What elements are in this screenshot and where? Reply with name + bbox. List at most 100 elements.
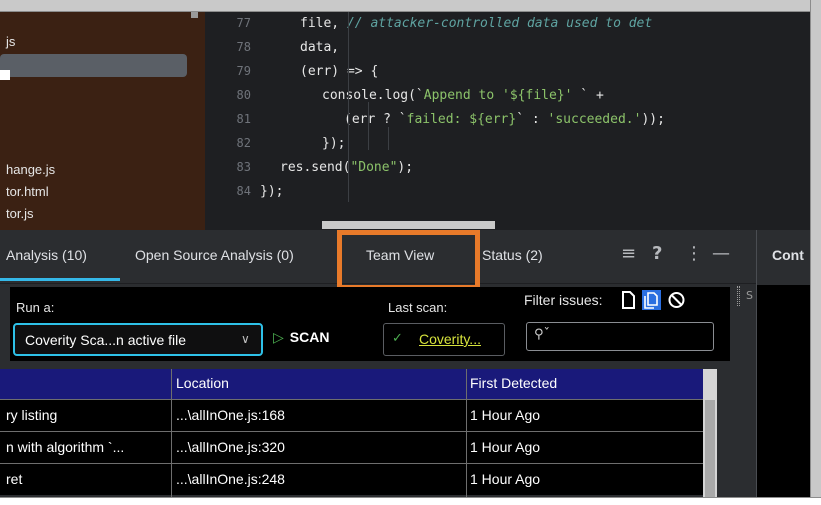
- code-token: ));: [641, 112, 665, 127]
- filter-search-input[interactable]: ⚲ˇ: [526, 322, 714, 351]
- indent-guide: [348, 12, 349, 202]
- explorer-edge: [0, 70, 10, 80]
- column-header-location[interactable]: Location: [176, 375, 229, 391]
- table-row[interactable]: ret ...\allInOne.js:248 1 Hour Ago: [0, 463, 703, 495]
- truncated-label: S: [746, 289, 753, 302]
- window-bottom-edge: [0, 497, 821, 505]
- code-token: file,: [300, 16, 347, 31]
- code-editor[interactable]: 84}); 83 res.send("Done"); 82}); 81 (err ? `f…: [205, 12, 810, 230]
- indent-guide: [368, 102, 369, 150]
- toolbar-separator: [737, 286, 740, 306]
- last-scan-link[interactable]: Coverity...: [419, 331, 481, 347]
- code-line: 82});: [205, 134, 810, 158]
- table-vscroll-thumb[interactable]: [705, 400, 715, 497]
- more-options-icon[interactable]: ⋮: [685, 243, 703, 264]
- chevron-down-icon: ∨: [241, 332, 250, 346]
- active-tab-indicator: [0, 278, 120, 281]
- explorer-selection-highlight: [0, 54, 187, 77]
- file-item[interactable]: tor.js: [6, 206, 33, 221]
- last-scan-result[interactable]: ✓ Coverity...: [383, 323, 505, 356]
- code-token: (err) => {: [300, 64, 379, 79]
- line-number: 79: [236, 64, 251, 78]
- block-filter-icon[interactable]: [667, 290, 686, 310]
- code-text: res.send("Done");: [280, 160, 413, 175]
- line-number: 84: [236, 184, 251, 198]
- code-line: 78 data,: [205, 38, 810, 62]
- code-line: 84});: [205, 182, 810, 206]
- table-row[interactable]: ry listing ...\allInOne.js:168 1 Hour Ago: [0, 399, 703, 431]
- code-token: ` +: [580, 88, 604, 103]
- project-explorer: js hange.js tor.html tor.js: [0, 12, 205, 230]
- code-token: res.send(: [280, 160, 351, 175]
- indent-guide: [388, 127, 389, 150]
- code-token: // attacker-controlled data used to det: [346, 16, 653, 31]
- code-text: console.log(`Append to '${file}' ` +: [322, 88, 604, 103]
- scan-button[interactable]: ▷ SCAN: [273, 329, 329, 346]
- line-number: 81: [236, 112, 251, 126]
- table-cell: 1 Hour Ago: [470, 407, 541, 423]
- code-line: 80 console.log(`Append to '${file}' ` +: [205, 86, 810, 110]
- code-token: failed: ${err}: [406, 112, 517, 127]
- tab-cont[interactable]: Cont: [772, 247, 804, 263]
- line-number: 80: [236, 88, 251, 102]
- code-text: });: [260, 184, 283, 199]
- settings-sliders-icon[interactable]: ≡: [621, 243, 636, 264]
- code-text: (err) => {: [300, 64, 378, 79]
- scan-button-label: SCAN: [289, 329, 330, 345]
- line-number: 83: [236, 160, 251, 174]
- file-item[interactable]: js: [6, 34, 15, 49]
- table-cell: ...\allInOne.js:248: [176, 471, 285, 487]
- file-item[interactable]: hange.js: [6, 162, 55, 177]
- coverity-tool-window: Analysis (10) Open Source Analysis (0) T…: [0, 230, 810, 497]
- check-icon: ✓: [392, 331, 403, 346]
- window-right-edge: [810, 0, 821, 505]
- explorer-scroll-thumb[interactable]: [191, 12, 198, 18]
- table-row[interactable]: n with algorithm `... ...\allInOne.js:320…: [0, 431, 703, 463]
- code-token: });: [322, 136, 346, 151]
- column-divider[interactable]: [466, 369, 467, 497]
- window-top-edge: [0, 0, 821, 12]
- editor-hscroll-thumb[interactable]: [322, 221, 495, 229]
- tab-status[interactable]: Status (2): [482, 247, 543, 263]
- table-cell: ret: [6, 471, 23, 487]
- code-line: 81 (err ? `failed: ${err}` : 'succeeded.'…: [205, 110, 810, 134]
- code-text: (err ? `failed: ${err}` : 'succeeded.'))…: [344, 112, 665, 127]
- code-token: 'succeeded.': [547, 112, 642, 127]
- code-line: 79 (err) => {: [205, 62, 810, 86]
- run-target-select[interactable]: Coverity Sca...n active file ∨: [13, 323, 263, 356]
- code-line: 83 res.send("Done");: [205, 158, 810, 182]
- line-number: 82: [236, 136, 251, 150]
- help-icon[interactable]: ?: [652, 243, 662, 264]
- table-header: Location First Detected: [0, 369, 703, 399]
- search-icon: ⚲ˇ: [534, 327, 551, 342]
- code-text: });: [322, 136, 345, 151]
- line-number: 78: [236, 40, 251, 54]
- code-text: file, // attacker-controlled data used t…: [300, 16, 652, 31]
- table-cell: ...\allInOne.js:168: [176, 407, 285, 423]
- code-line: 77 file, // attacker-controlled data used…: [205, 14, 810, 38]
- line-number: 77: [236, 16, 251, 30]
- column-header-first-detected[interactable]: First Detected: [470, 375, 557, 391]
- code-token: );: [397, 160, 414, 175]
- table-cell: 1 Hour Ago: [470, 471, 541, 487]
- code-text: data,: [300, 40, 339, 55]
- tab-analysis[interactable]: Analysis (10): [6, 247, 87, 263]
- column-divider[interactable]: [171, 369, 172, 497]
- code-token: Append to '${file}': [423, 88, 581, 103]
- team-view-highlight-box: [337, 230, 480, 290]
- code-token: });: [260, 184, 284, 199]
- table-cell: n with algorithm `...: [6, 439, 125, 455]
- copy-filter-icon[interactable]: [642, 290, 661, 310]
- document-filter-icon[interactable]: [619, 290, 638, 310]
- file-item[interactable]: tor.html: [6, 184, 49, 199]
- minimize-icon[interactable]: —: [712, 243, 730, 264]
- run-label: Run a:: [16, 300, 55, 315]
- last-scan-label: Last scan:: [388, 300, 448, 315]
- code-token: data,: [300, 40, 340, 55]
- code-token: ` :: [516, 112, 548, 127]
- filter-issues-label: Filter issues:: [524, 292, 603, 308]
- tool-tab-bar: Analysis (10) Open Source Analysis (0) T…: [0, 230, 757, 290]
- play-icon: ▷: [273, 329, 284, 345]
- table-cell: ...\allInOne.js:320: [176, 439, 285, 455]
- tab-open-source-analysis[interactable]: Open Source Analysis (0): [135, 247, 294, 263]
